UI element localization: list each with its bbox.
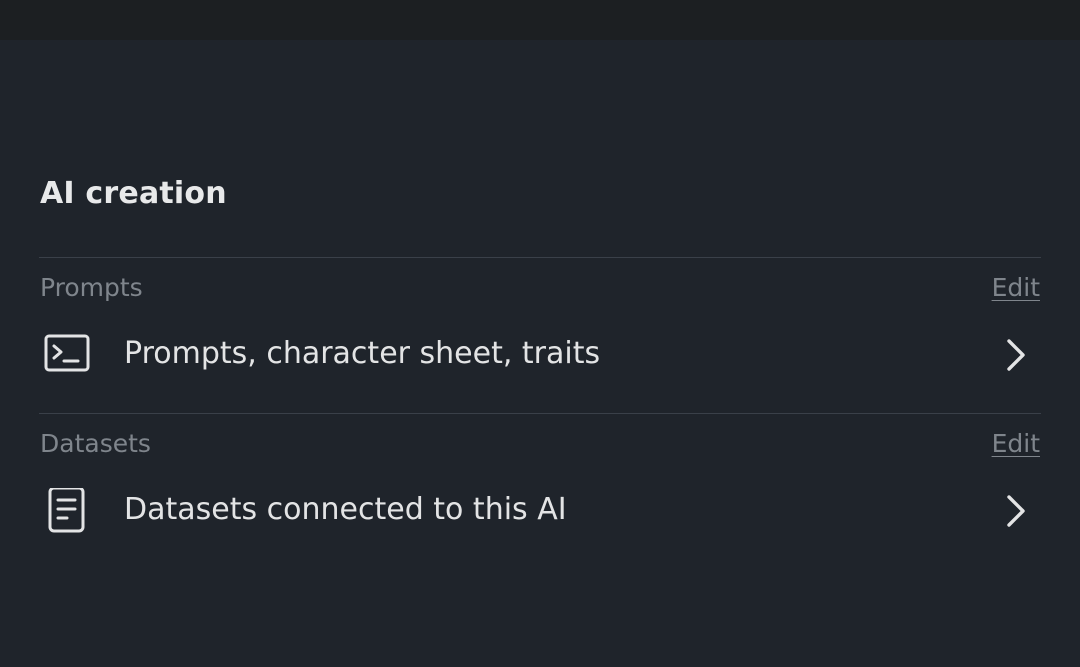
edit-datasets-link[interactable]: Edit [992, 429, 1040, 458]
group-label-datasets: Datasets [40, 429, 151, 458]
datasets-row-label: Datasets connected to this AI [124, 492, 567, 527]
terminal-icon [42, 332, 92, 378]
datasets-row[interactable]: Datasets connected to this AI [0, 474, 1080, 548]
edit-prompts-link[interactable]: Edit [992, 273, 1040, 302]
divider [39, 257, 1041, 258]
section-title: AI creation [40, 176, 227, 211]
prompts-row[interactable]: Prompts, character sheet, traits [0, 318, 1080, 392]
chevron-right-icon [1000, 494, 1032, 528]
prompts-row-label: Prompts, character sheet, traits [124, 336, 601, 371]
divider [39, 413, 1041, 414]
document-icon [42, 488, 92, 534]
group-label-prompts: Prompts [40, 273, 143, 302]
top-status-bar [0, 0, 1080, 40]
chevron-right-icon [1000, 338, 1032, 372]
